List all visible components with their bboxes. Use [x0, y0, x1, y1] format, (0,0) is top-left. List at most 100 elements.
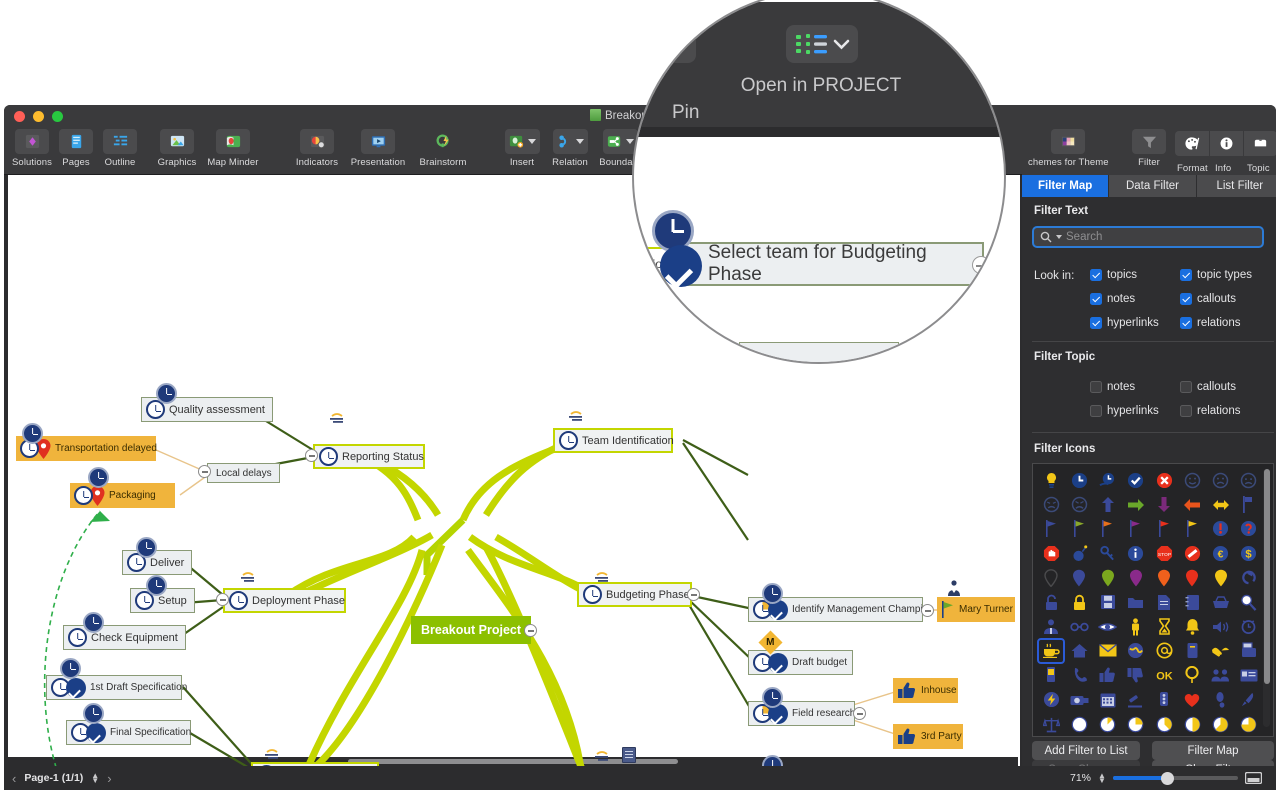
footprint-icon[interactable]: [1211, 690, 1231, 710]
checkbox-box[interactable]: [1090, 381, 1102, 393]
node-check-equipment[interactable]: Check Equipment: [63, 625, 186, 650]
flag-green-icon[interactable]: [1069, 519, 1089, 539]
people-icon[interactable]: [1211, 665, 1231, 685]
checkbox-box[interactable]: [1090, 317, 1102, 329]
filter-icons-grid[interactable]: STOP € $ OK: [1032, 463, 1274, 737]
pin-purple-icon[interactable]: [1126, 568, 1146, 588]
fit-page-icon[interactable]: [1244, 772, 1262, 784]
node-deliver[interactable]: Deliver: [122, 550, 193, 575]
coffee-icon[interactable]: [1037, 637, 1066, 664]
pie-37-icon[interactable]: [1154, 714, 1174, 734]
pie-62-icon[interactable]: [1211, 714, 1231, 734]
node-inhouse[interactable]: Inhouse: [893, 678, 958, 703]
pin-yellow-icon[interactable]: [1211, 568, 1231, 588]
smiley-worried-icon[interactable]: [1041, 495, 1061, 515]
info-icon[interactable]: [1209, 131, 1243, 156]
collapse-toggle[interactable]: [687, 588, 700, 601]
collapse-toggle[interactable]: [216, 593, 229, 606]
toolbar-button-outline[interactable]: Outline: [98, 129, 142, 168]
flag-purple-icon[interactable]: [1126, 519, 1146, 539]
node-development-phase[interactable]: Development Phase: [251, 762, 379, 766]
person-standing-icon[interactable]: [1126, 617, 1146, 637]
balloon-icon[interactable]: [1182, 665, 1202, 685]
tab-filter-map[interactable]: Filter Map: [1022, 175, 1110, 197]
undo-icon[interactable]: [1239, 568, 1259, 588]
toolbar-button-filter[interactable]: Filter: [1128, 129, 1170, 168]
icon-grid-scrollbar[interactable]: [1263, 469, 1270, 727]
smiley-sad-icon[interactable]: [1211, 470, 1231, 490]
checkbox-callouts[interactable]: callouts: [1180, 293, 1236, 305]
node-central-breakout-project[interactable]: Breakout Project: [411, 616, 532, 644]
topic-icon[interactable]: [1243, 131, 1276, 156]
zoom-stepper[interactable]: ▲ ▼: [1098, 772, 1106, 785]
node-draft-budget[interactable]: Draft budget: [748, 650, 853, 675]
arrow-left-orange-icon[interactable]: [1182, 495, 1202, 515]
pie-25-icon[interactable]: [1126, 714, 1146, 734]
traffic-light-icon[interactable]: [1154, 690, 1174, 710]
pin-orange-icon[interactable]: [1154, 568, 1174, 588]
filter-map-button[interactable]: Filter Map: [1152, 741, 1274, 760]
node-local-delays[interactable]: Local delays: [207, 463, 280, 483]
smiley-frown-icon[interactable]: [1239, 470, 1259, 490]
toolbar-button-brainstorm[interactable]: Brainstorm: [412, 129, 474, 168]
pin-blue-icon[interactable]: [1069, 568, 1089, 588]
home-icon[interactable]: [1069, 641, 1089, 661]
smiley-neutral-icon[interactable]: [1182, 470, 1202, 490]
arrow-down-purple-icon[interactable]: [1154, 495, 1174, 515]
topic-checkbox-notes[interactable]: notes: [1090, 381, 1135, 393]
pie-0-icon[interactable]: [1069, 714, 1089, 734]
user-icon[interactable]: [1041, 617, 1061, 637]
add-filter-to-list-button[interactable]: Add Filter to List: [1032, 741, 1140, 760]
camera-icon[interactable]: [1069, 690, 1089, 710]
smiley-unhappy-icon[interactable]: [1069, 495, 1089, 515]
exclamation-icon[interactable]: [1211, 519, 1231, 539]
flag-red-icon[interactable]: [1154, 519, 1174, 539]
glasses-icon[interactable]: [1069, 617, 1089, 637]
lightbulb-icon[interactable]: [1041, 470, 1061, 490]
node-team-identification[interactable]: Team Identification: [553, 428, 674, 453]
node-third-party[interactable]: 3rd Party: [893, 724, 963, 749]
zoom-slider-knob[interactable]: [1160, 771, 1174, 785]
topic-checkbox-relations[interactable]: relations: [1180, 405, 1240, 417]
lock-closed-icon[interactable]: [1069, 592, 1089, 612]
node-reporting-status[interactable]: Reporting Status: [313, 444, 425, 469]
topic-checkbox-hyperlinks[interactable]: hyperlinks: [1090, 405, 1159, 417]
scrollbar-thumb[interactable]: [1263, 469, 1270, 684]
folder-icon[interactable]: [1126, 592, 1146, 612]
lens-collapse-toggle[interactable]: [972, 256, 990, 274]
heart-icon[interactable]: [1182, 690, 1202, 710]
format-palette-icon[interactable]: [1175, 131, 1209, 156]
lightning-icon[interactable]: [1041, 690, 1061, 710]
checkbox-relations[interactable]: relations: [1180, 317, 1240, 329]
toolbar-button-presentation[interactable]: Presentation: [344, 129, 412, 168]
stop-sign-icon[interactable]: STOP: [1154, 543, 1174, 563]
at-icon[interactable]: [1154, 641, 1174, 661]
gavel-icon[interactable]: [1126, 690, 1146, 710]
tab-list-filter[interactable]: List Filter: [1196, 175, 1276, 197]
arrow-up-icon[interactable]: [1098, 495, 1118, 515]
collapse-toggle[interactable]: [524, 624, 537, 637]
no-entry-icon[interactable]: [1182, 543, 1202, 563]
lock-open-icon[interactable]: [1041, 592, 1061, 612]
toolbar-button-relation[interactable]: Relation: [546, 129, 594, 168]
search-input[interactable]: Search: [1032, 226, 1264, 248]
thumbs-down-icon[interactable]: [1126, 665, 1146, 685]
node-mary-turner[interactable]: Mary Turner: [937, 597, 1015, 622]
checkbox-box[interactable]: [1180, 293, 1192, 305]
archive-icon[interactable]: [1211, 592, 1231, 612]
pie-75-icon[interactable]: [1239, 714, 1259, 734]
tab-data-filter[interactable]: Data Filter: [1109, 175, 1197, 197]
thumbs-up-icon[interactable]: [1098, 665, 1118, 685]
toolbar-button-solutions[interactable]: Solutions: [10, 129, 54, 168]
checkbox-box[interactable]: [1090, 269, 1102, 281]
mailbox-icon[interactable]: [1182, 641, 1202, 661]
next-page-button[interactable]: ›: [107, 771, 111, 786]
card-icon[interactable]: [1239, 665, 1259, 685]
save-icon[interactable]: [1098, 592, 1118, 612]
arrow-right-green-icon[interactable]: [1126, 495, 1146, 515]
calendar-icon[interactable]: [1098, 690, 1118, 710]
magnifier-icon[interactable]: [1239, 592, 1259, 612]
cross-icon[interactable]: [1154, 470, 1174, 490]
stop-hand-icon[interactable]: [1041, 543, 1061, 563]
toolbar-button-insert[interactable]: Insert: [498, 129, 546, 168]
